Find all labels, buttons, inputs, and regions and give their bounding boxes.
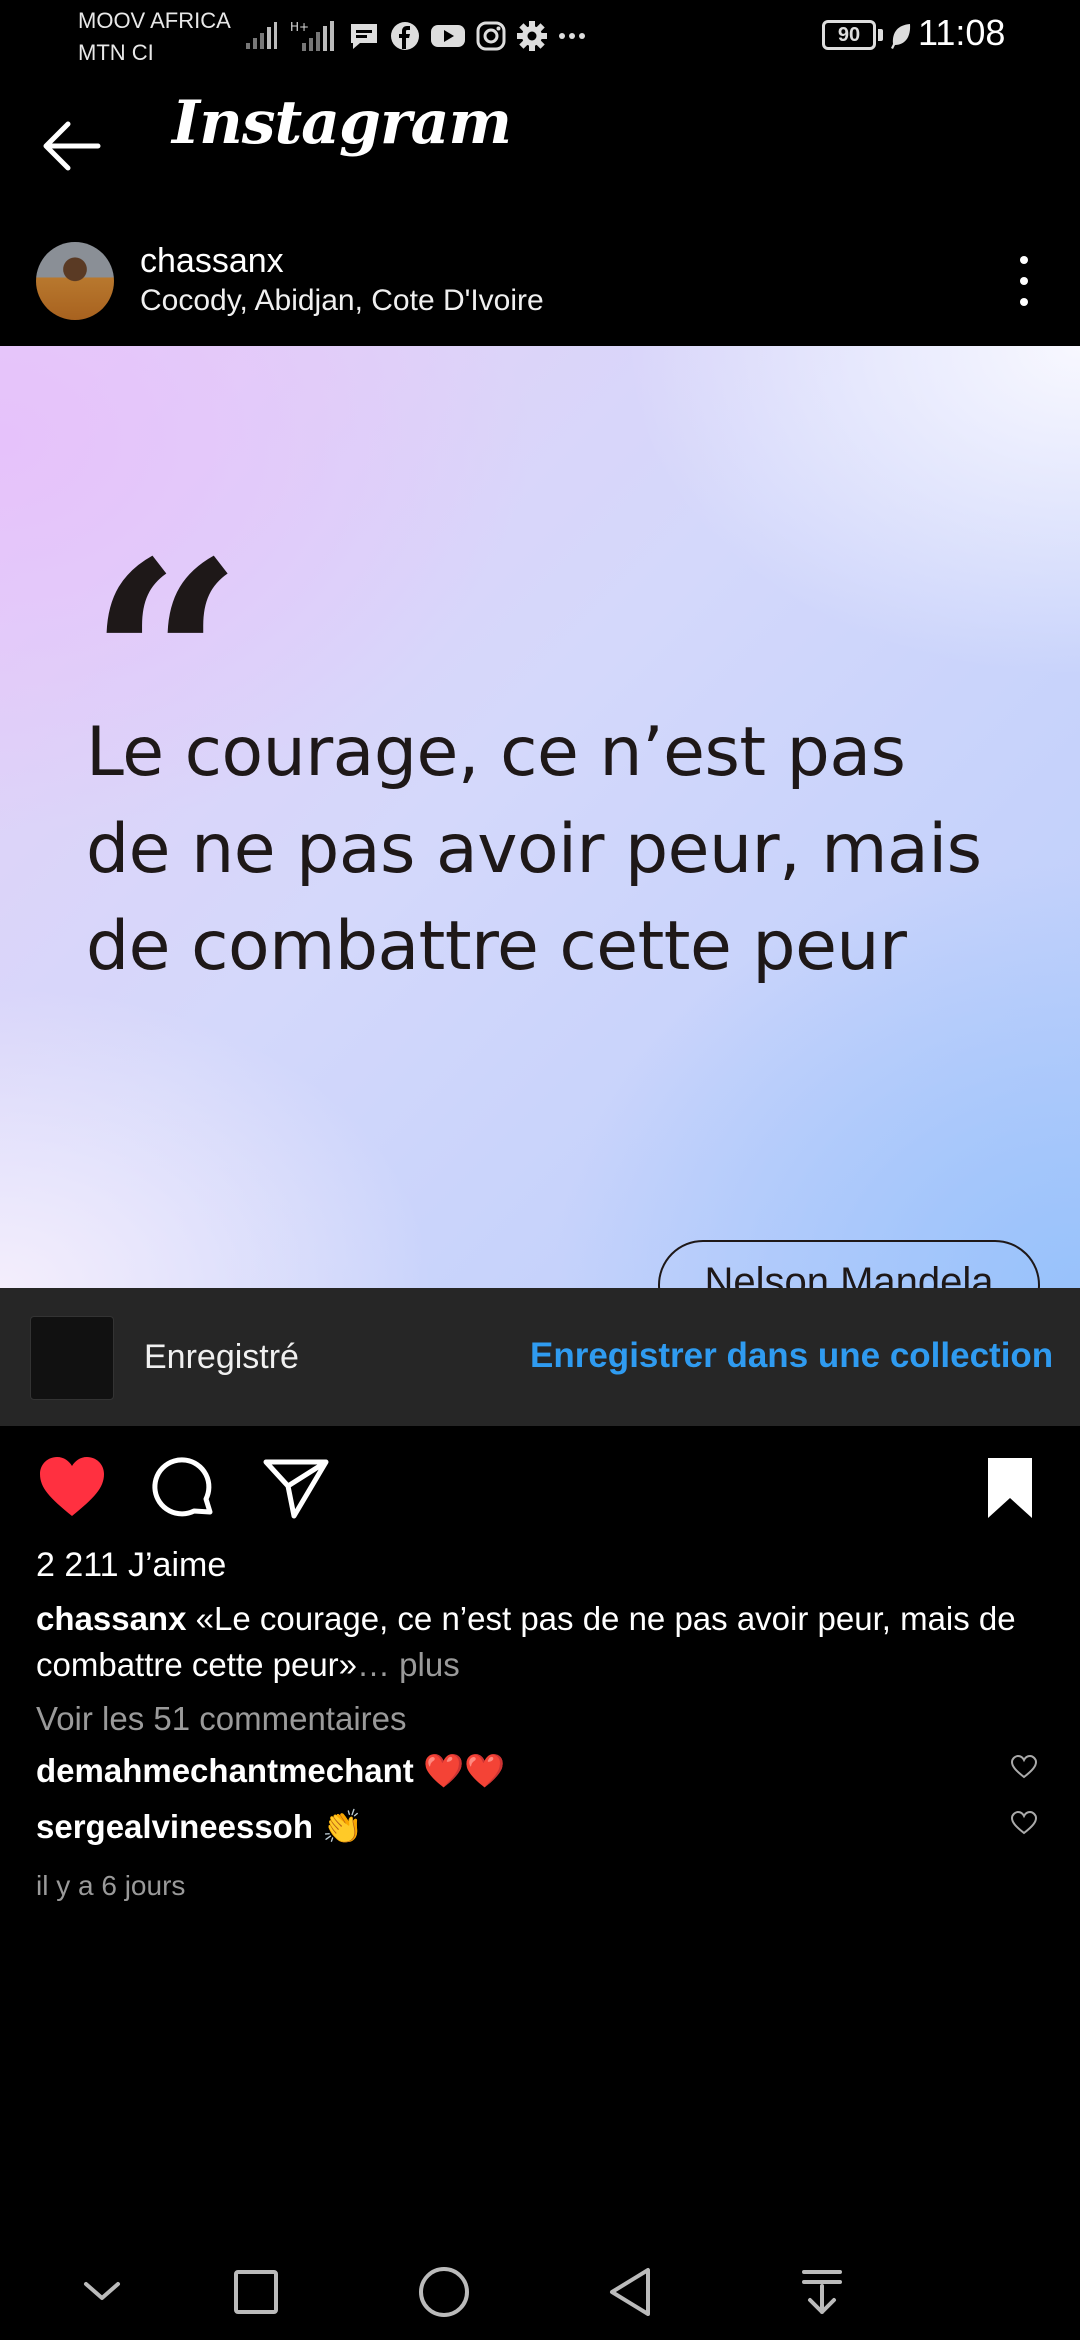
likes-count[interactable]: 2 211 J’aime xyxy=(36,1546,226,1585)
message-icon xyxy=(351,24,377,49)
post-username[interactable]: chassanx xyxy=(140,242,284,281)
leaf-icon xyxy=(891,24,911,49)
nav-notifications-button[interactable] xyxy=(792,2262,852,2322)
saved-label: Enregistré xyxy=(144,1338,299,1376)
post-image[interactable]: “ Le courage, ce n’est pas de ne pas avo… xyxy=(0,346,1080,1288)
comment-username[interactable]: sergealvineessoh xyxy=(36,1808,313,1845)
svg-text:H+: H+ xyxy=(290,20,309,34)
chevron-down-icon xyxy=(84,2282,120,2300)
share-button[interactable] xyxy=(260,1452,332,1524)
more-vertical-icon xyxy=(1020,256,1028,264)
status-bar: MOOV AFRICA MTN CI H+ 90 11:08 xyxy=(0,0,1080,72)
heart-outline-icon xyxy=(1010,1754,1038,1779)
view-comments-link[interactable]: Voir les 51 commentaires xyxy=(36,1700,407,1738)
more-vertical-icon-dot xyxy=(1020,277,1028,285)
quote-text: Le courage, ce n’est pas de ne pas avoir… xyxy=(86,713,982,986)
youtube-icon xyxy=(431,25,465,47)
battery-indicator: 90 xyxy=(822,20,876,50)
nav-recents-button[interactable] xyxy=(226,2262,286,2322)
saved-banner: Enregistré Enregistrer dans une collecti… xyxy=(0,1288,1080,1426)
post-options-button[interactable] xyxy=(1006,256,1042,306)
back-arrow-icon xyxy=(43,121,101,171)
caption: chassanx «Le courage, ce n’est pas de ne… xyxy=(36,1596,1046,1688)
square-icon xyxy=(234,2270,278,2314)
carrier-name: MOOV AFRICA xyxy=(78,8,231,33)
gear-icon xyxy=(517,21,547,51)
facebook-icon xyxy=(391,22,419,50)
more-vertical-icon-dot xyxy=(1020,298,1028,306)
caption-username[interactable]: chassanx xyxy=(36,1600,186,1637)
caption-more-link[interactable]: … plus xyxy=(357,1646,460,1683)
comment-text: ❤️❤️ xyxy=(422,1752,506,1789)
comment-like-button[interactable] xyxy=(1010,1754,1038,1780)
comment-item: demahmechantmechant ❤️❤️ xyxy=(36,1752,505,1791)
save-to-collection-button[interactable]: Enregistrer dans une collection xyxy=(530,1336,1053,1376)
nav-back-button[interactable] xyxy=(602,2262,662,2322)
comment-item: sergealvineessoh 👏 xyxy=(36,1808,363,1847)
circle-icon xyxy=(419,2267,469,2317)
notification-icons: H+ xyxy=(244,16,586,56)
signal-hplus-icon: H+ xyxy=(290,20,334,51)
instagram-icon xyxy=(476,21,506,51)
triangle-back-icon xyxy=(610,2268,650,2316)
post-timestamp: il y a 6 jours xyxy=(36,1870,186,1901)
carrier-name-secondary: MTN CI xyxy=(78,40,154,65)
comment-icon xyxy=(152,1457,213,1517)
post-location[interactable]: Cocody, Abidjan, Cote D'Ivoire xyxy=(140,284,544,318)
saved-thumbnail xyxy=(30,1316,114,1400)
heart-outline-icon xyxy=(1010,1810,1038,1835)
signal-icon xyxy=(246,22,277,49)
nav-collapse-button[interactable] xyxy=(72,2262,132,2322)
clock: 11:08 xyxy=(918,12,1006,53)
avatar[interactable] xyxy=(36,242,114,320)
like-button[interactable] xyxy=(36,1452,108,1524)
comment-username[interactable]: demahmechantmechant xyxy=(36,1752,414,1789)
bookmark-filled-icon xyxy=(988,1458,1032,1518)
heart-filled-icon xyxy=(40,1457,104,1516)
app-title: Instagram xyxy=(172,88,512,158)
comment-text: 👏 xyxy=(322,1808,364,1845)
back-button[interactable] xyxy=(38,118,106,174)
battery-tip xyxy=(878,29,883,41)
pull-down-icon xyxy=(802,2270,842,2314)
more-dots-icon xyxy=(559,33,585,39)
send-icon xyxy=(263,1459,329,1519)
quote-author: Nelson Mandela xyxy=(658,1240,1040,1288)
comment-like-button[interactable] xyxy=(1010,1810,1038,1836)
save-button[interactable] xyxy=(974,1452,1046,1524)
nav-home-button[interactable] xyxy=(414,2262,474,2322)
comment-button[interactable] xyxy=(148,1452,220,1524)
